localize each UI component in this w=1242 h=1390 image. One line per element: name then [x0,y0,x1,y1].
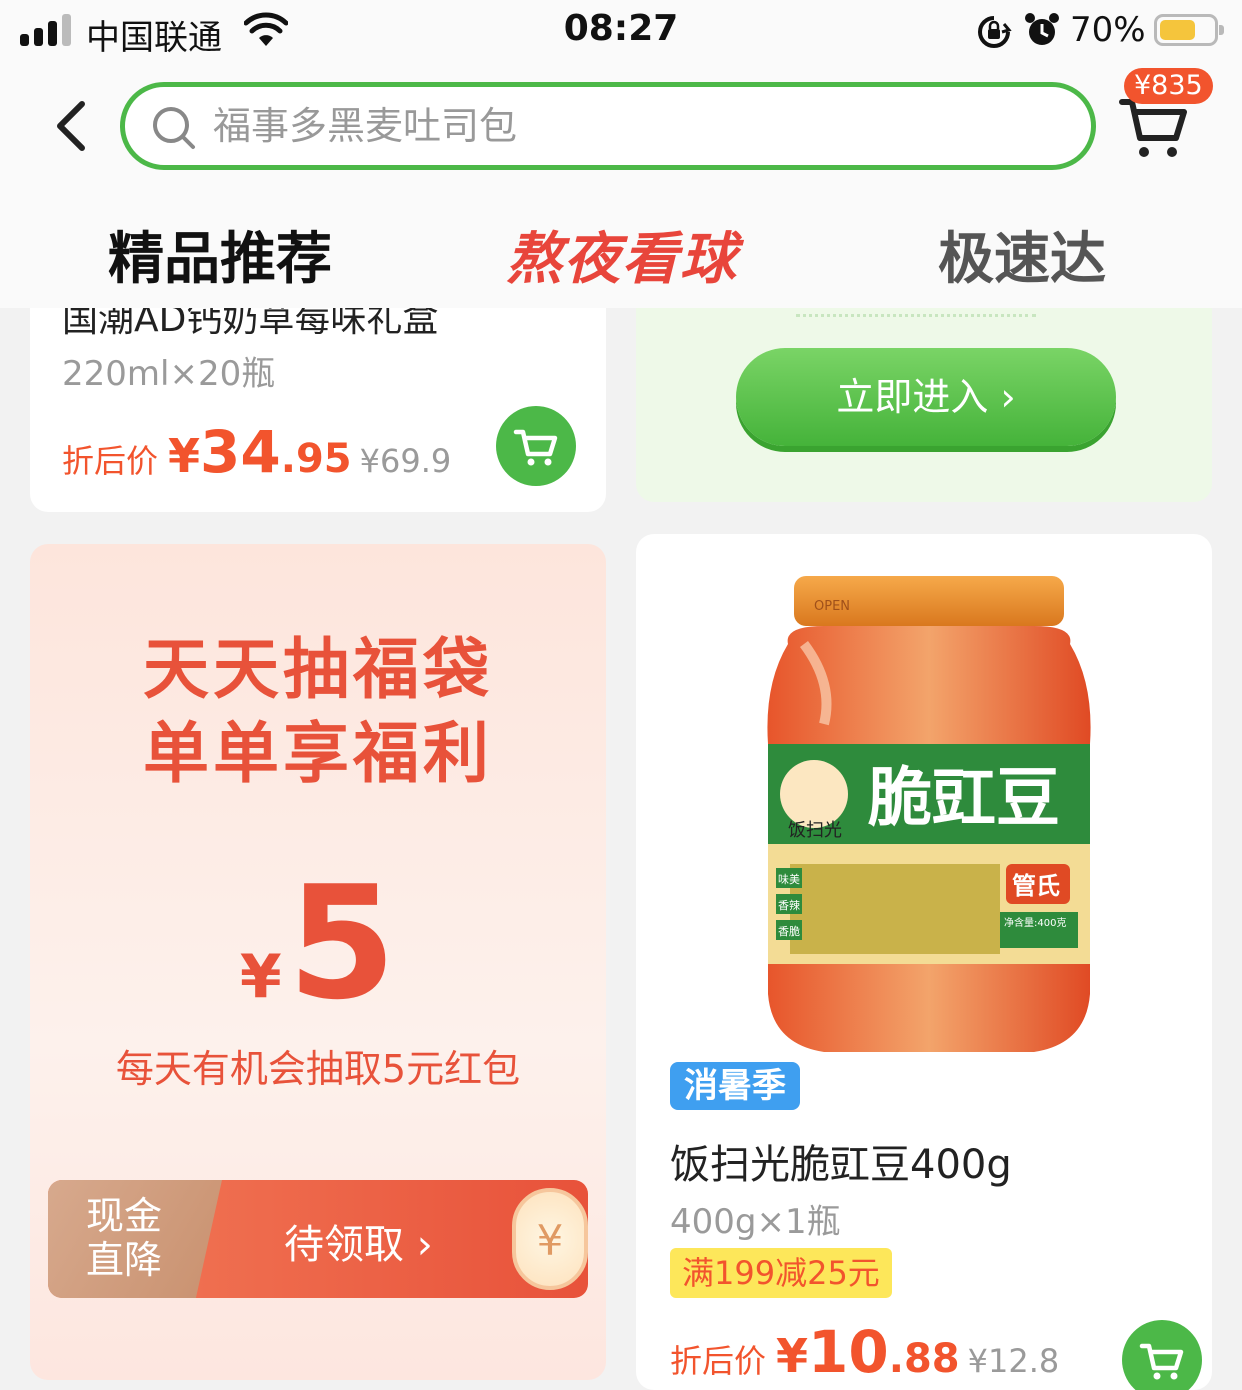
price-integer: 34 [200,418,281,486]
promotion-tag: 满199减25元 [670,1248,892,1298]
search-bar[interactable] [120,82,1096,170]
product-spec: 220ml×20瓶 [62,354,276,394]
promo-description: 每天有机会抽取5元红包 [115,1047,521,1091]
svg-text:香脆: 香脆 [778,924,800,938]
battery-icon [1154,14,1224,46]
add-to-cart-button[interactable] [496,406,576,486]
svg-text:脆豇豆: 脆豇豆 [868,762,1060,836]
price-label: 折后价 [670,1342,767,1380]
tab-express[interactable]: 极速达 [938,214,1106,295]
tab-label: 极速达 [938,227,1106,292]
product-card[interactable]: OPEN 饭扫光 脆豇豆 管氏 净含量:400克 味美 香辣 香脆 消暑季 饭扫… [636,534,1212,1390]
coin-icon: ¥ [512,1188,588,1290]
price-row: 折后价 ¥ 10 .88 ¥12.8 [670,1318,1059,1386]
promo-amount-value: 5 [287,852,397,1034]
add-to-cart-button[interactable] [1122,1320,1202,1390]
price-decimal: .95 [280,436,352,482]
search-input[interactable] [213,97,1073,155]
coin-symbol: ¥ [536,1216,564,1265]
category-tabs: 精品推荐 熬夜看球 极速达 [0,184,1242,308]
product-title: 饭扫光脆豇豆400g [670,1142,1012,1188]
svg-text:味美: 味美 [778,873,800,886]
price-currency: ¥ [168,429,201,483]
price-label: 折后价 [62,442,159,480]
svg-text:香辣: 香辣 [778,898,800,912]
search-icon [151,105,197,155]
tab-featured[interactable]: 精品推荐 [108,214,332,295]
alarm-icon [1024,12,1060,54]
svg-text:饭扫光: 饭扫光 [788,820,842,841]
price-row: 折后价 ¥ 34 .95 ¥69.9 [62,418,451,486]
back-icon [57,101,85,151]
divider [796,314,1036,317]
orientation-lock-icon [976,14,1012,54]
price-integer: 10 [808,1318,889,1386]
svg-text:OPEN: OPEN [814,599,850,614]
svg-text:净含量:400克: 净含量:400克 [1004,916,1066,929]
product-image: OPEN 饭扫光 脆豇豆 管氏 净含量:400克 味美 香辣 香脆 [767,576,1091,1052]
product-spec: 400g×1瓶 [670,1202,841,1242]
status-bar: 中国联通 08:27 70% [0,0,1242,64]
promo-currency: ¥ [239,942,282,1012]
cart-total-badge: ¥835 [1124,68,1213,104]
cart-icon [1139,1343,1184,1380]
cart-icon [513,429,558,466]
original-price: ¥12.8 [967,1342,1060,1380]
promo-amount: ¥5 [30,852,606,1034]
original-price: ¥69.9 [359,442,452,480]
coupon-claim-button[interactable]: 现金直降 待领取 › ¥ [48,1180,588,1298]
lucky-bag-promo-card[interactable]: 天天抽福袋 单单享福利 ¥5 每天有机会抽取5元红包 现金直降 待领取 › ¥ [30,544,606,1380]
coupon-type-label: 现金直降 [86,1194,163,1282]
battery-percent: 70% [1070,10,1146,50]
header: ¥835 [0,64,1242,184]
enter-now-button[interactable]: 立即进入 › [736,348,1116,446]
tab-late-night-football[interactable]: 熬夜看球 [506,214,738,295]
tab-label: 精品推荐 [108,227,332,292]
season-badge: 消暑季 [670,1062,800,1110]
promo-title-line1: 天天抽福袋 [143,631,493,708]
price-decimal: .88 [888,1336,960,1382]
price-currency: ¥ [776,1329,809,1383]
back-button[interactable] [48,98,96,154]
coupon-cta: 待领取 › [284,1222,433,1268]
promo-title-line2: 单单享福利 [143,715,493,792]
svg-text:管氏: 管氏 [1012,872,1060,900]
coupon-type: 现金直降 [48,1180,222,1298]
tab-label: 熬夜看球 [506,227,738,292]
